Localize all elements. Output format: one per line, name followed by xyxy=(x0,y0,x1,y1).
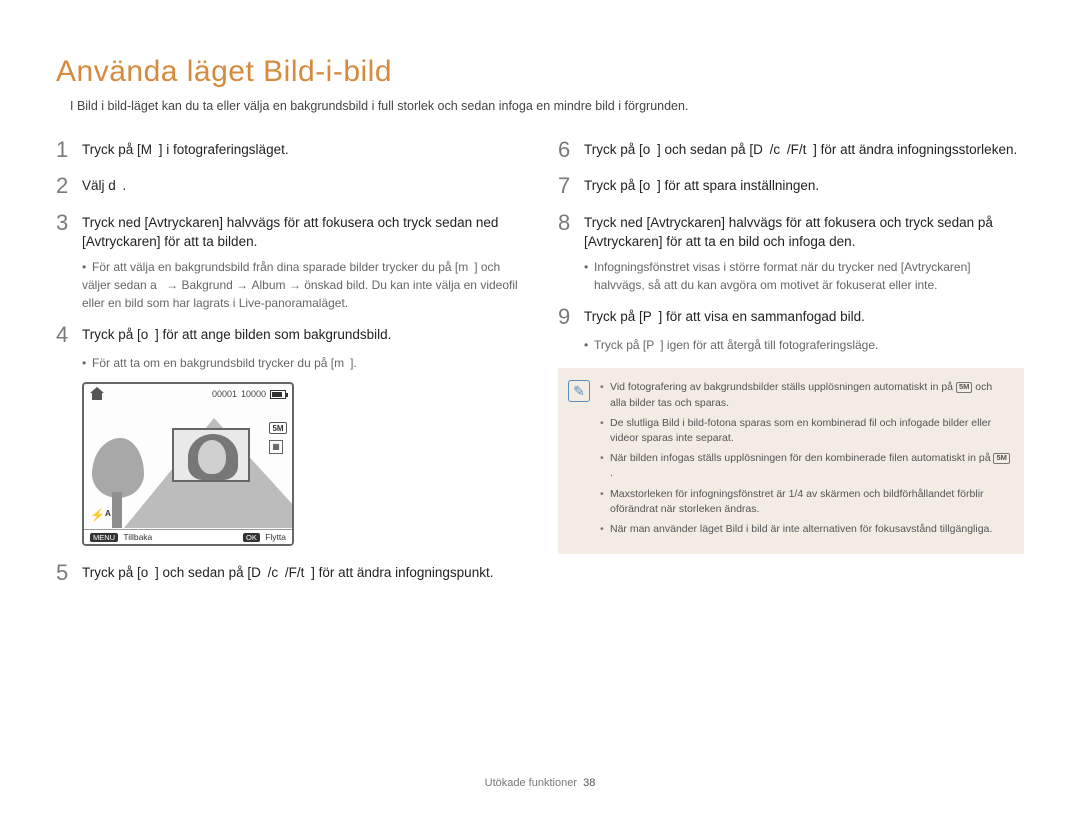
step-8-sub: • Infogningsfönstret visas i större form… xyxy=(584,258,1024,294)
step-7: 7 Tryck på [o ] för att spara inställnin… xyxy=(558,173,1024,199)
move-label: Flytta xyxy=(265,532,286,542)
step-number: 6 xyxy=(558,137,584,163)
content-columns: 1 Tryck på [M ] i fotograferingsläget. 2… xyxy=(56,137,1024,597)
step-number: 7 xyxy=(558,173,584,199)
camera-preview: 00001 10000 5M ▦ xyxy=(82,382,522,546)
note-list: Vid fotografering av bakgrundsbilder stä… xyxy=(600,380,1010,542)
step-9-sub-text: Tryck på [P ] igen för att återgå till f… xyxy=(594,338,878,352)
step-9: 9 Tryck på [P ] för att visa en sammanfo… xyxy=(558,304,1024,330)
step-number: 5 xyxy=(56,560,82,586)
step-9-sub: • Tryck på [P ] igen för att återgå till… xyxy=(584,336,1024,354)
right-column: 6 Tryck på [o ] och sedan på [D /c /F/t … xyxy=(558,137,1024,597)
step-text: Tryck på [o ] och sedan på [D /c /F/t ] … xyxy=(584,137,1017,160)
step-5: 5 Tryck på [o ] och sedan på [D /c /F/t … xyxy=(56,560,522,586)
tree-crown xyxy=(92,438,144,498)
back-label: Tillbaka xyxy=(123,532,152,542)
step-8: 8 Tryck ned [Avtryckaren] halvvägs för a… xyxy=(558,210,1024,252)
note-item: När bilden infogas ställs upplösningen f… xyxy=(600,451,1010,481)
step-text: Tryck på [o ] för att spara inställninge… xyxy=(584,173,819,196)
menu-chip: MENU xyxy=(90,533,118,542)
page-title: Använda läget Bild-i-bild xyxy=(56,55,1024,89)
note-item: De slutliga Bild i bild-fotona sparas so… xyxy=(600,416,1010,446)
counter-label: 00001 xyxy=(212,389,237,399)
step-2: 2 Välj d . xyxy=(56,173,522,199)
home-icon xyxy=(90,388,104,400)
footer-page: 38 xyxy=(583,777,595,789)
left-column: 1 Tryck på [M ] i fotograferingsläget. 2… xyxy=(56,137,522,597)
page-footer: Utökade funktioner 38 xyxy=(0,777,1080,789)
tree-trunk xyxy=(112,492,122,528)
portrait-face xyxy=(198,440,226,474)
step-number: 9 xyxy=(558,304,584,330)
battery-icon xyxy=(270,390,286,399)
step-3-sub: • För att välja en bakgrundsbild från di… xyxy=(82,258,522,312)
note-box: ✎ Vid fotografering av bakgrundsbilder s… xyxy=(558,368,1024,554)
step-number: 2 xyxy=(56,173,82,199)
step-3-sub-b: a xyxy=(150,278,163,292)
note-item: Vid fotografering av bakgrundsbilder stä… xyxy=(600,380,1010,410)
step-text: Tryck på [o ] för att ange bilden som ba… xyxy=(82,322,391,345)
resolution-badge: 5M xyxy=(269,422,287,434)
step-4-sub-text: För att ta om en bakgrundsbild trycker d… xyxy=(92,356,357,370)
step-4-sub: • För att ta om en bakgrundsbild trycker… xyxy=(82,354,522,372)
step-3-sub-c: Bakgrund xyxy=(181,278,232,292)
inset-frame xyxy=(172,428,250,482)
step-number: 3 xyxy=(56,210,82,236)
step-number: 1 xyxy=(56,137,82,163)
step-text: Tryck på [M ] i fotograferingsläget. xyxy=(82,137,289,160)
step-text: Tryck ned [Avtryckaren] halvvägs för att… xyxy=(584,210,1024,252)
step-3-sub-d: Album xyxy=(252,278,286,292)
note-icon: ✎ xyxy=(568,380,590,402)
flash-auto-icon: ⚡ᴬ xyxy=(90,508,111,522)
step-text: Tryck på [o ] och sedan på [D /c /F/t ] … xyxy=(82,560,493,583)
grid-icon: ▦ xyxy=(269,440,283,454)
step-6: 6 Tryck på [o ] och sedan på [D /c /F/t … xyxy=(558,137,1024,163)
step-text: Välj d . xyxy=(82,173,126,196)
shots-label: 10000 xyxy=(241,389,266,399)
intro-text: I Bild i bild-läget kan du ta eller välj… xyxy=(70,99,1024,113)
step-8-sub-text: Infogningsfönstret visas i större format… xyxy=(594,260,971,292)
ok-chip: OK xyxy=(243,533,260,542)
step-text: Tryck på [P ] för att visa en sammanfoga… xyxy=(584,304,865,327)
footer-section: Utökade funktioner xyxy=(485,777,577,789)
step-4: 4 Tryck på [o ] för att ange bilden som … xyxy=(56,322,522,348)
note-item: Maxstorleken för infogningsfönstret är 1… xyxy=(600,487,1010,517)
note-item: När man använder läget Bild i bild är in… xyxy=(600,522,1010,537)
step-text: Tryck ned [Avtryckaren] halvvägs för att… xyxy=(82,210,522,252)
step-number: 4 xyxy=(56,322,82,348)
step-3: 3 Tryck ned [Avtryckaren] halvvägs för a… xyxy=(56,210,522,252)
step-1: 1 Tryck på [M ] i fotograferingsläget. xyxy=(56,137,522,163)
step-number: 8 xyxy=(558,210,584,236)
